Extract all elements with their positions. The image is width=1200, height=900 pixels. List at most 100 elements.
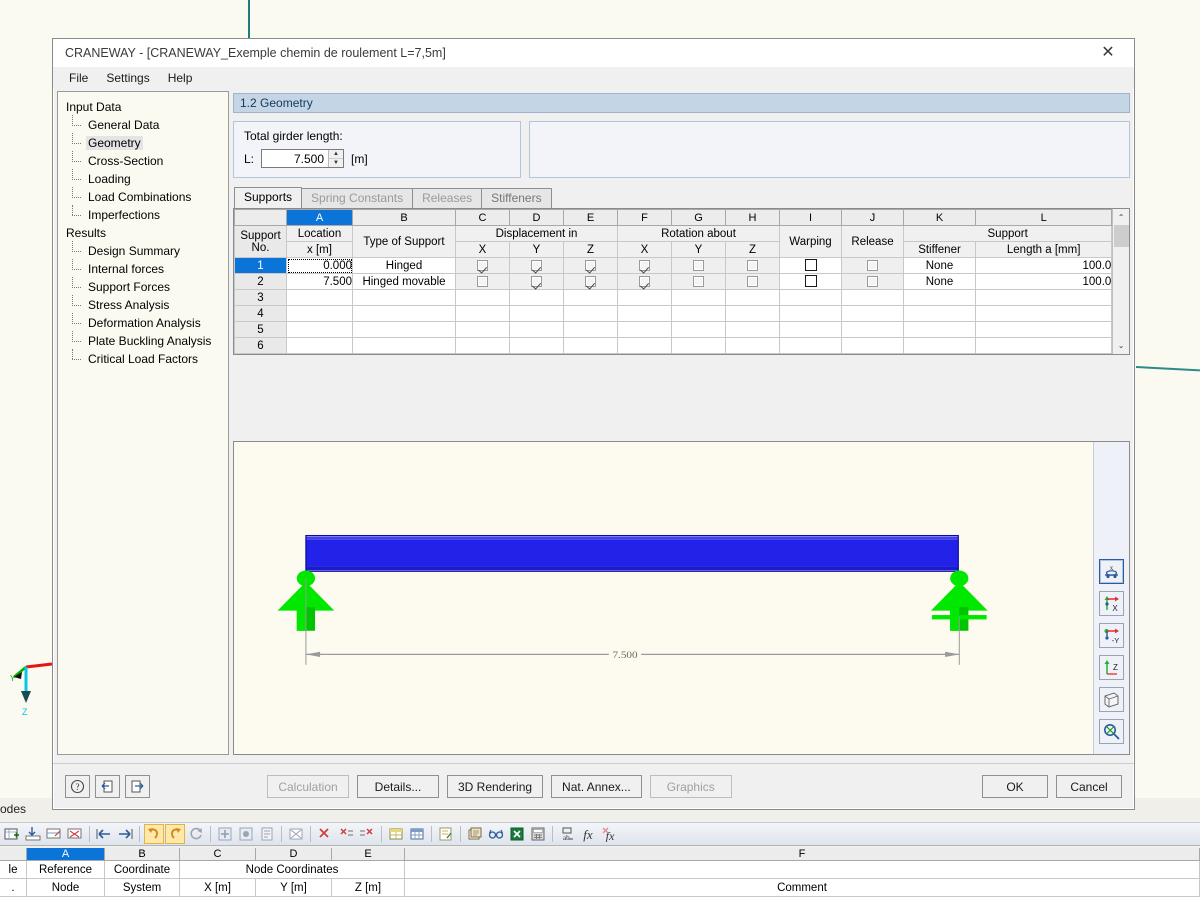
bottom-tab-nodes[interactable]: odes <box>0 802 120 816</box>
calculation-button[interactable]: Calculation <box>267 775 349 798</box>
beam-drawing-canvas[interactable]: 7.500 <box>234 442 1093 754</box>
checkbox-icon[interactable] <box>477 259 488 271</box>
menu-item-file[interactable]: File <box>61 69 96 87</box>
checkbox-icon[interactable] <box>804 275 817 288</box>
cell-type-of-support[interactable]: Hinged movable <box>352 273 456 290</box>
cell-length-a[interactable] <box>974 353 1113 354</box>
row-number[interactable]: 3 <box>234 289 287 306</box>
cell-rot-y[interactable] <box>671 337 726 354</box>
cell-release[interactable] <box>841 353 904 354</box>
checkbox-icon[interactable] <box>693 275 704 287</box>
view-axis-z-icon[interactable]: Z <box>1099 655 1124 680</box>
cell-disp-x[interactable] <box>455 289 510 306</box>
table-row[interactable]: 5 <box>234 321 1113 338</box>
cell-release[interactable] <box>841 305 904 322</box>
checkbox-icon[interactable] <box>639 275 650 287</box>
spin-down-icon[interactable]: ▼ <box>329 159 344 167</box>
table-row[interactable]: 1 0.000 Hinged None 100.0 <box>234 257 1113 274</box>
cell-rot-z[interactable] <box>725 353 780 354</box>
edit-row-icon[interactable] <box>44 824 64 844</box>
column-header-i[interactable]: I <box>779 209 842 226</box>
cell-rot-y[interactable] <box>671 305 726 322</box>
column-header-g[interactable]: G <box>671 209 726 226</box>
cell-stiffener[interactable] <box>903 353 976 354</box>
cell-warping[interactable] <box>779 337 842 354</box>
girder-length-stepper[interactable]: ▲ ▼ <box>261 149 345 168</box>
cell-rot-y[interactable] <box>671 273 726 290</box>
column-header-c[interactable]: C <box>455 209 510 226</box>
column-header-l[interactable]: L <box>974 209 1113 226</box>
sidebar-item-support-forces[interactable]: Support Forces <box>64 277 228 296</box>
cell-rot-x[interactable] <box>617 257 672 274</box>
import-icon[interactable] <box>95 775 120 798</box>
scroll-up-icon[interactable]: ⌃ <box>1113 210 1129 225</box>
move-left-icon[interactable] <box>94 824 114 844</box>
undo-icon[interactable] <box>144 824 164 844</box>
cell-rot-y[interactable] <box>671 353 726 354</box>
cell-type-of-support[interactable] <box>352 321 456 338</box>
tab-stiffeners[interactable]: Stiffeners <box>481 188 552 208</box>
cell-disp-x[interactable] <box>455 273 510 290</box>
cell-type-of-support[interactable] <box>352 305 456 322</box>
view-axis-x-icon[interactable]: X <box>1099 591 1124 616</box>
row-number[interactable]: 4 <box>234 305 287 322</box>
nodes-column-header-e[interactable]: E <box>332 848 405 861</box>
glasses-view-icon[interactable] <box>486 824 506 844</box>
row-number[interactable]: 7 <box>234 353 287 354</box>
cell-release[interactable] <box>841 289 904 306</box>
printout-report-icon[interactable] <box>465 824 485 844</box>
sidebar-item-plate-buckling-analysis[interactable]: Plate Buckling Analysis <box>64 331 228 350</box>
checkbox-icon[interactable] <box>747 275 758 287</box>
checkbox-icon[interactable] <box>531 275 542 287</box>
checkbox-icon[interactable] <box>585 275 596 287</box>
cell-disp-y[interactable] <box>509 321 564 338</box>
cell-warping[interactable] <box>779 289 842 306</box>
new-table-icon[interactable] <box>2 824 22 844</box>
cell-warping[interactable] <box>779 321 842 338</box>
cell-disp-z[interactable] <box>563 273 618 290</box>
remove-item-icon[interactable] <box>236 824 256 844</box>
scrollbar-thumb[interactable] <box>1113 225 1129 247</box>
cell-disp-y[interactable] <box>509 305 564 322</box>
column-header-h[interactable]: H <box>725 209 780 226</box>
cell-disp-z[interactable] <box>563 337 618 354</box>
column-header-d[interactable]: D <box>509 209 564 226</box>
nodes-column-header-d[interactable]: D <box>256 848 332 861</box>
table-row[interactable]: 2 7.500 Hinged movable None 100.0 <box>234 273 1113 290</box>
cell-rot-z[interactable] <box>725 289 780 306</box>
table-format-icon[interactable] <box>386 824 406 844</box>
checkbox-icon[interactable] <box>639 259 650 271</box>
cell-location[interactable] <box>286 305 353 322</box>
cell-rot-y[interactable] <box>671 289 726 306</box>
nodes-column-header-a[interactable]: A <box>27 848 105 861</box>
cell-rot-z[interactable] <box>725 257 780 274</box>
cell-disp-y[interactable] <box>509 337 564 354</box>
sidebar-item-stress-analysis[interactable]: Stress Analysis <box>64 295 228 314</box>
add-item-icon[interactable] <box>215 824 235 844</box>
cell-disp-x[interactable] <box>455 321 510 338</box>
cell-warping[interactable] <box>779 273 842 290</box>
column-header-b[interactable]: B <box>352 209 456 226</box>
menu-item-settings[interactable]: Settings <box>98 69 157 87</box>
cell-rot-x[interactable] <box>617 305 672 322</box>
column-header-f[interactable]: F <box>617 209 672 226</box>
nodes-column-header-b[interactable]: B <box>105 848 180 861</box>
checkbox-icon[interactable] <box>531 259 542 271</box>
calculator-icon[interactable] <box>528 824 548 844</box>
cell-disp-z[interactable] <box>563 305 618 322</box>
cell-release[interactable] <box>841 321 904 338</box>
cell-disp-x[interactable] <box>455 353 510 354</box>
scrollbar-track[interactable] <box>1113 225 1129 338</box>
cell-location[interactable] <box>286 321 353 338</box>
sidebar-item-deformation-analysis[interactable]: Deformation Analysis <box>64 313 228 332</box>
sidebar-item-imperfections[interactable]: Imperfections <box>64 205 228 224</box>
table-row[interactable]: 3 <box>234 289 1113 306</box>
delete-right-icon[interactable] <box>357 824 377 844</box>
tab-releases[interactable]: Releases <box>412 188 483 208</box>
close-icon[interactable]: ✕ <box>1086 40 1130 66</box>
cell-disp-z[interactable] <box>563 321 618 338</box>
checkbox-icon[interactable] <box>477 275 488 287</box>
cell-rot-z[interactable] <box>725 337 780 354</box>
cell-stiffener[interactable] <box>903 337 976 354</box>
cell-stiffener[interactable] <box>903 321 976 338</box>
